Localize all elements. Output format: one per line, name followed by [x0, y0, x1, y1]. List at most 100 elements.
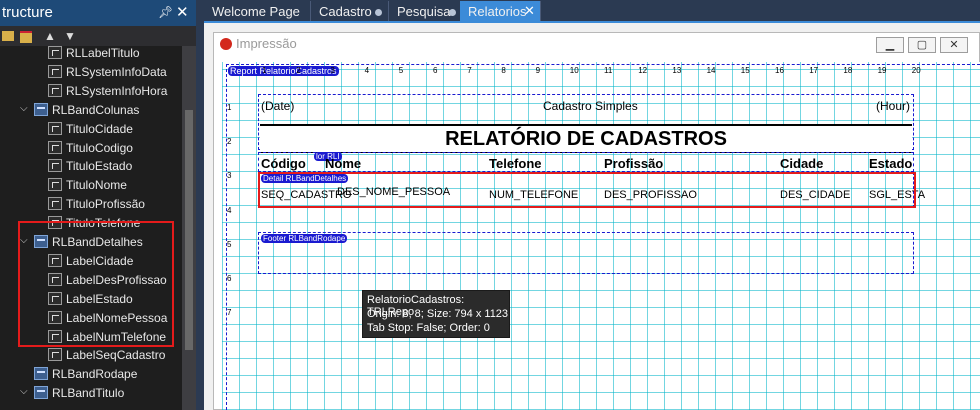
component-icon [48, 140, 62, 154]
close-button[interactable]: ✕ [940, 37, 968, 53]
report-subtitle[interactable]: Cadastro Simples [543, 99, 638, 113]
ruler-tick-label: 5 [227, 239, 232, 249]
tree-item-label: RLBandTitulo [52, 386, 125, 401]
system-info-hour[interactable]: (Hour) [876, 99, 910, 113]
pin-icon[interactable]: 📌︎ [158, 5, 173, 19]
system-info-date[interactable]: (Date) [261, 99, 294, 113]
ruler-tick-label: 11 [604, 66, 613, 75]
tab-cadastro[interactable]: Cadastro [311, 1, 389, 21]
band-rodape[interactable] [258, 232, 914, 274]
structure-toolbar: ▲ ▼ [0, 26, 196, 48]
restore-button[interactable]: ▢ [908, 37, 936, 53]
ruler-tick-label: 1 [262, 66, 267, 75]
close-icon[interactable]: ✕ [524, 3, 535, 19]
ruler-tick-label: 13 [672, 66, 682, 75]
structure-title: tructure [2, 4, 53, 21]
tree-item[interactable]: TituloProfissão [0, 195, 182, 213]
component-icon [48, 83, 62, 97]
tree-item[interactable]: RLBandRodape [0, 365, 182, 383]
tree-item[interactable]: RLLabelTitulo [0, 46, 182, 62]
highlight-rect-detail [258, 172, 916, 208]
tree-item[interactable]: TituloEstado [0, 157, 182, 175]
tree-item-label: RLBandColunas [52, 102, 140, 117]
expand-chevron-icon[interactable]: ⌵ [20, 386, 28, 397]
ruler-tick-label: 5 [398, 66, 404, 75]
tree-item-label: TituloNome [66, 178, 127, 193]
arrow-up-icon[interactable]: ▲ [44, 29, 56, 43]
ruler-tick-label: 4 [364, 66, 370, 75]
col-profissao[interactable]: Profissão [604, 156, 663, 171]
ruler-tick-label: 4 [227, 205, 232, 215]
tab-welcome-page[interactable]: Welcome Page [204, 1, 311, 21]
ruler-tick-label: 20 [911, 66, 921, 75]
ruler-tick-label: 6 [433, 66, 438, 75]
ruler-tick-label: 17 [809, 66, 819, 75]
col-cidade[interactable]: Cidade [780, 156, 823, 171]
ruler-tick-label: 7 [227, 308, 232, 318]
tab-label: Welcome Page [212, 4, 300, 19]
tab-pesquisa[interactable]: Pesquisa [389, 1, 461, 21]
tree-item-label: TituloCodigo [66, 140, 133, 155]
tab-bar: Welcome Page Cadastro Pesquisa Relatorio… [204, 0, 980, 22]
tree-item[interactable]: TituloCidade [0, 120, 182, 138]
ruler-tick-label: 6 [227, 274, 232, 283]
tab-label: Pesquisa [397, 4, 451, 19]
app-icon [220, 38, 232, 50]
ruler-tick-label: 14 [706, 66, 716, 75]
tab-relatorios[interactable]: Relatorios ✕ [460, 1, 541, 21]
hint-tooltip: RelatorioCadastros: TRLRepo Origin: 8, 8… [362, 290, 510, 338]
band-icon [34, 102, 48, 116]
arrow-down-icon[interactable]: ▼ [64, 29, 76, 43]
tree-item[interactable]: TituloNome [0, 176, 182, 194]
ruler-tick-label: 7 [467, 66, 472, 75]
ruler-tick-label: 3 [227, 171, 232, 181]
ruler-tick-label: 16 [775, 66, 784, 75]
tree-item[interactable]: LabelSeqCadastro [0, 346, 182, 364]
report-label[interactable]: Report RelatorioCadastros [228, 66, 339, 76]
minimize-button[interactable]: ▁ [876, 37, 904, 53]
footer-band-label[interactable]: Footer RLBandRodape [261, 234, 348, 243]
tree-item[interactable]: ⌵ RLBandTitulo [0, 384, 182, 402]
splitter[interactable] [196, 0, 204, 410]
window-title: Impressão [236, 36, 297, 51]
col-telefone[interactable]: Telefone [489, 156, 542, 171]
ruler-tick-label: 10 [569, 66, 579, 75]
tree-item-label: TituloCidade [66, 121, 133, 136]
ruler-tick-label: 3 [330, 66, 335, 75]
folder-star-icon[interactable] [20, 31, 32, 43]
tree-item[interactable]: RLSystemInfoHora [0, 82, 182, 100]
component-icon [48, 197, 62, 211]
highlight-rect-tree [18, 221, 174, 347]
band-icon [34, 367, 48, 381]
tab-label: Cadastro [319, 4, 372, 19]
expand-chevron-icon[interactable]: ⌵ [20, 103, 28, 114]
tooltip-line: Tab Stop: False; Order: 0 [367, 322, 490, 334]
tree-item-label: TituloProfissão [66, 197, 145, 212]
ruler-tick-label: 9 [535, 66, 541, 75]
band-icon [34, 386, 48, 400]
tree-item[interactable]: ⌵ RLBandColunas [0, 101, 182, 119]
col-nome[interactable]: Nome [325, 156, 361, 171]
tree-item[interactable]: TituloCodigo [0, 139, 182, 157]
report-title[interactable]: RELATÓRIO DE CADASTROS [260, 128, 912, 151]
col-estado[interactable]: Estado [869, 156, 912, 171]
component-icon [48, 178, 62, 192]
ruler-tick-label: 12 [638, 66, 648, 75]
modified-dot-icon [375, 9, 382, 16]
component-icon [48, 121, 62, 135]
tree-item-label: LabelSeqCadastro [66, 348, 166, 363]
structure-title-bar: tructure 📌︎ ✕ [0, 0, 196, 26]
tooltip-line: Origin: 8, 8; Size: 794 x 1123 [367, 308, 509, 320]
tree-item-label: RLBandRodape [52, 367, 138, 382]
tree-item[interactable]: RLSystemInfoData [0, 63, 182, 81]
col-codigo[interactable]: Código [261, 156, 306, 171]
ruler-tick-label: 8 [501, 66, 506, 75]
tree-item-label: RLSystemInfoHora [66, 83, 168, 98]
close-icon[interactable]: ✕ [176, 3, 189, 21]
component-icon [48, 46, 62, 59]
ruler-tick-label: 15 [740, 66, 750, 75]
tree-scrollbar-thumb[interactable] [185, 110, 193, 350]
tree-item-label: RLSystemInfoData [66, 64, 167, 79]
folder-icon[interactable] [2, 31, 14, 41]
component-icon [48, 348, 62, 362]
